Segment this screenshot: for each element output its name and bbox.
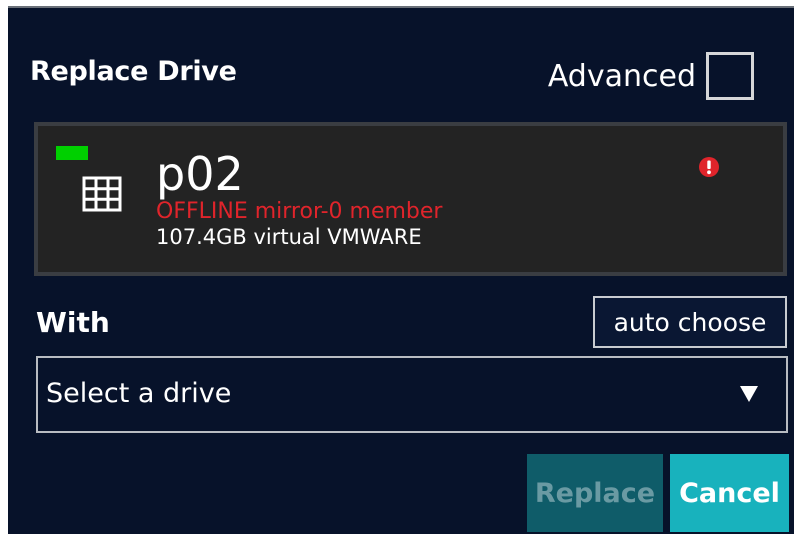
drive-info: 107.4GB virtual VMWARE	[156, 225, 422, 249]
chevron-down-icon	[740, 386, 758, 402]
screen: Replace Drive Advanced p02 OFFLINE mirro…	[0, 0, 794, 542]
replace-button[interactable]: Replace	[527, 454, 663, 532]
auto-choose-button[interactable]: auto choose	[593, 296, 787, 348]
current-drive-card: p02 OFFLINE mirror-0 member 107.4GB virt…	[34, 122, 787, 276]
status-led	[56, 146, 88, 160]
advanced-option: Advanced	[548, 52, 754, 100]
dialog-title: Replace Drive	[30, 56, 237, 87]
advanced-checkbox[interactable]	[706, 52, 754, 100]
with-label: With	[36, 306, 110, 339]
alert-icon	[699, 157, 719, 177]
drive-status: OFFLINE mirror-0 member	[156, 199, 443, 224]
cancel-button[interactable]: Cancel	[670, 454, 789, 532]
advanced-label: Advanced	[547, 58, 696, 94]
drive-select[interactable]: Select a drive	[36, 356, 788, 433]
drive-name: p02	[156, 147, 244, 201]
drive-select-value: Select a drive	[46, 378, 232, 409]
replace-drive-dialog: Replace Drive Advanced p02 OFFLINE mirro…	[8, 8, 794, 534]
grid-icon	[82, 176, 122, 212]
